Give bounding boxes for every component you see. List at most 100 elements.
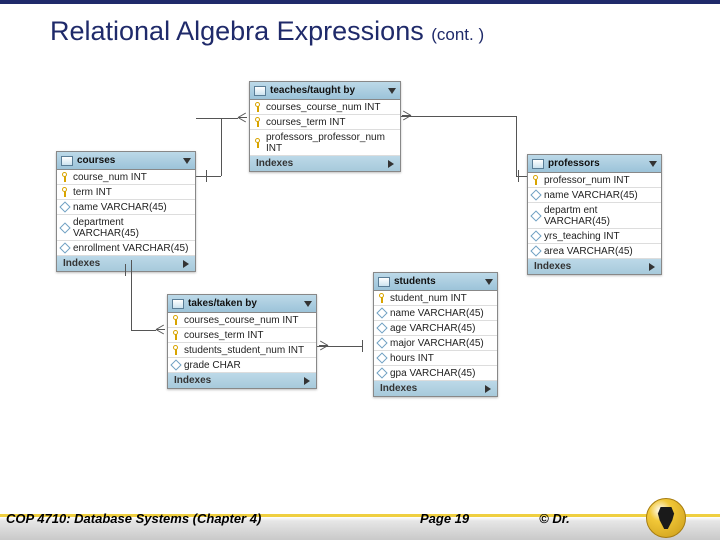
table-takes: takes/taken by courses_course_num INT co… xyxy=(167,294,317,389)
key-icon xyxy=(378,293,386,303)
indexes-label: Indexes xyxy=(534,261,571,272)
table-name: professors xyxy=(548,158,600,169)
column-label: area VARCHAR(45) xyxy=(544,246,633,257)
diamond-icon xyxy=(59,242,70,253)
chevron-right-icon xyxy=(183,260,189,268)
column-row: age VARCHAR(45) xyxy=(374,321,497,336)
chevron-right-icon xyxy=(649,263,655,271)
column-row: professors_professor_num INT xyxy=(250,130,400,156)
chevron-down-icon xyxy=(649,161,657,167)
column-row: yrs_teaching INT xyxy=(528,229,661,244)
cardinality-bar-icon xyxy=(518,170,519,182)
cardinality-bar-icon xyxy=(125,264,126,276)
indexes-label: Indexes xyxy=(63,258,100,269)
crowsfoot-icon xyxy=(156,323,166,337)
slide-title: Relational Algebra Expressions (cont. ) xyxy=(0,4,720,55)
key-icon xyxy=(172,315,180,325)
title-text: Relational Algebra Expressions xyxy=(50,16,431,46)
table-icon xyxy=(532,159,544,169)
indexes-section: Indexes xyxy=(168,373,316,388)
key-icon xyxy=(172,345,180,355)
column-label: students_student_num INT xyxy=(184,345,304,356)
column-row: departm ent VARCHAR(45) xyxy=(528,203,661,229)
chevron-right-icon xyxy=(388,160,394,168)
column-label: courses_term INT xyxy=(184,330,263,341)
table-students: students student_num INT name VARCHAR(45… xyxy=(373,272,498,397)
diamond-icon xyxy=(376,322,387,333)
column-label: name VARCHAR(45) xyxy=(390,308,484,319)
column-row: course_num INT xyxy=(57,170,195,185)
column-label: name VARCHAR(45) xyxy=(544,190,638,201)
table-professors: professors professor_num INT name VARCHA… xyxy=(527,154,662,275)
table-courses: courses course_num INT term INT name VAR… xyxy=(56,151,196,272)
connector xyxy=(401,116,516,117)
table-name: takes/taken by xyxy=(188,298,257,309)
column-label: enrollment VARCHAR(45) xyxy=(73,243,188,254)
column-label: courses_course_num INT xyxy=(266,102,381,113)
column-row: term INT xyxy=(57,185,195,200)
table-header: courses xyxy=(57,152,195,170)
column-row: hours INT xyxy=(374,351,497,366)
column-label: departm ent VARCHAR(45) xyxy=(544,205,657,227)
indexes-section: Indexes xyxy=(57,256,195,271)
table-icon xyxy=(378,277,390,287)
column-row: area VARCHAR(45) xyxy=(528,244,661,259)
key-icon xyxy=(254,138,262,148)
key-icon xyxy=(254,102,262,112)
table-header: teaches/taught by xyxy=(250,82,400,100)
column-label: courses_course_num INT xyxy=(184,315,299,326)
table-header: students xyxy=(374,273,497,291)
slide: Relational Algebra Expressions (cont. ) … xyxy=(0,0,720,540)
column-row: grade CHAR xyxy=(168,358,316,373)
cardinality-bar-icon xyxy=(362,340,363,352)
table-name: teaches/taught by xyxy=(270,85,355,96)
connector xyxy=(516,116,517,176)
column-label: hours INT xyxy=(390,353,434,364)
table-icon xyxy=(172,299,184,309)
crowsfoot-icon xyxy=(401,109,411,123)
column-label: student_num INT xyxy=(390,293,467,304)
indexes-label: Indexes xyxy=(256,158,293,169)
diamond-icon xyxy=(376,367,387,378)
column-row: name VARCHAR(45) xyxy=(374,306,497,321)
table-header: takes/taken by xyxy=(168,295,316,313)
key-icon xyxy=(254,117,262,127)
chevron-right-icon xyxy=(304,377,310,385)
chevron-down-icon xyxy=(485,279,493,285)
footer: COP 4710: Database Systems (Chapter 4) P… xyxy=(0,496,720,540)
column-label: courses_term INT xyxy=(266,117,345,128)
column-label: gpa VARCHAR(45) xyxy=(390,368,475,379)
column-label: name VARCHAR(45) xyxy=(73,202,167,213)
column-label: yrs_teaching INT xyxy=(544,231,620,242)
connector xyxy=(221,118,222,176)
table-header: professors xyxy=(528,155,661,173)
chevron-right-icon xyxy=(485,385,491,393)
column-label: grade CHAR xyxy=(184,360,241,371)
column-row: department VARCHAR(45) xyxy=(57,215,195,241)
table-teaches: teaches/taught by courses_course_num INT… xyxy=(249,81,401,172)
column-label: professors_professor_num INT xyxy=(266,132,396,154)
column-label: term INT xyxy=(73,187,112,198)
diamond-icon xyxy=(376,337,387,348)
indexes-label: Indexes xyxy=(174,375,211,386)
chevron-down-icon xyxy=(183,158,191,164)
column-label: professor_num INT xyxy=(544,175,630,186)
crowsfoot-icon xyxy=(318,339,328,353)
key-icon xyxy=(532,175,540,185)
column-row: name VARCHAR(45) xyxy=(528,188,661,203)
table-icon xyxy=(254,86,266,96)
diamond-icon xyxy=(59,222,70,233)
indexes-section: Indexes xyxy=(528,259,661,274)
column-label: course_num INT xyxy=(73,172,147,183)
diamond-icon xyxy=(530,189,541,200)
diamond-icon xyxy=(59,201,70,212)
cardinality-bar-icon xyxy=(206,170,207,182)
column-row: gpa VARCHAR(45) xyxy=(374,366,497,381)
chevron-down-icon xyxy=(304,301,312,307)
footer-page: Page 19 xyxy=(310,511,469,526)
connector xyxy=(131,260,132,330)
indexes-section: Indexes xyxy=(250,156,400,171)
connector xyxy=(196,118,238,119)
column-row: courses_course_num INT xyxy=(168,313,316,328)
diamond-icon xyxy=(376,307,387,318)
